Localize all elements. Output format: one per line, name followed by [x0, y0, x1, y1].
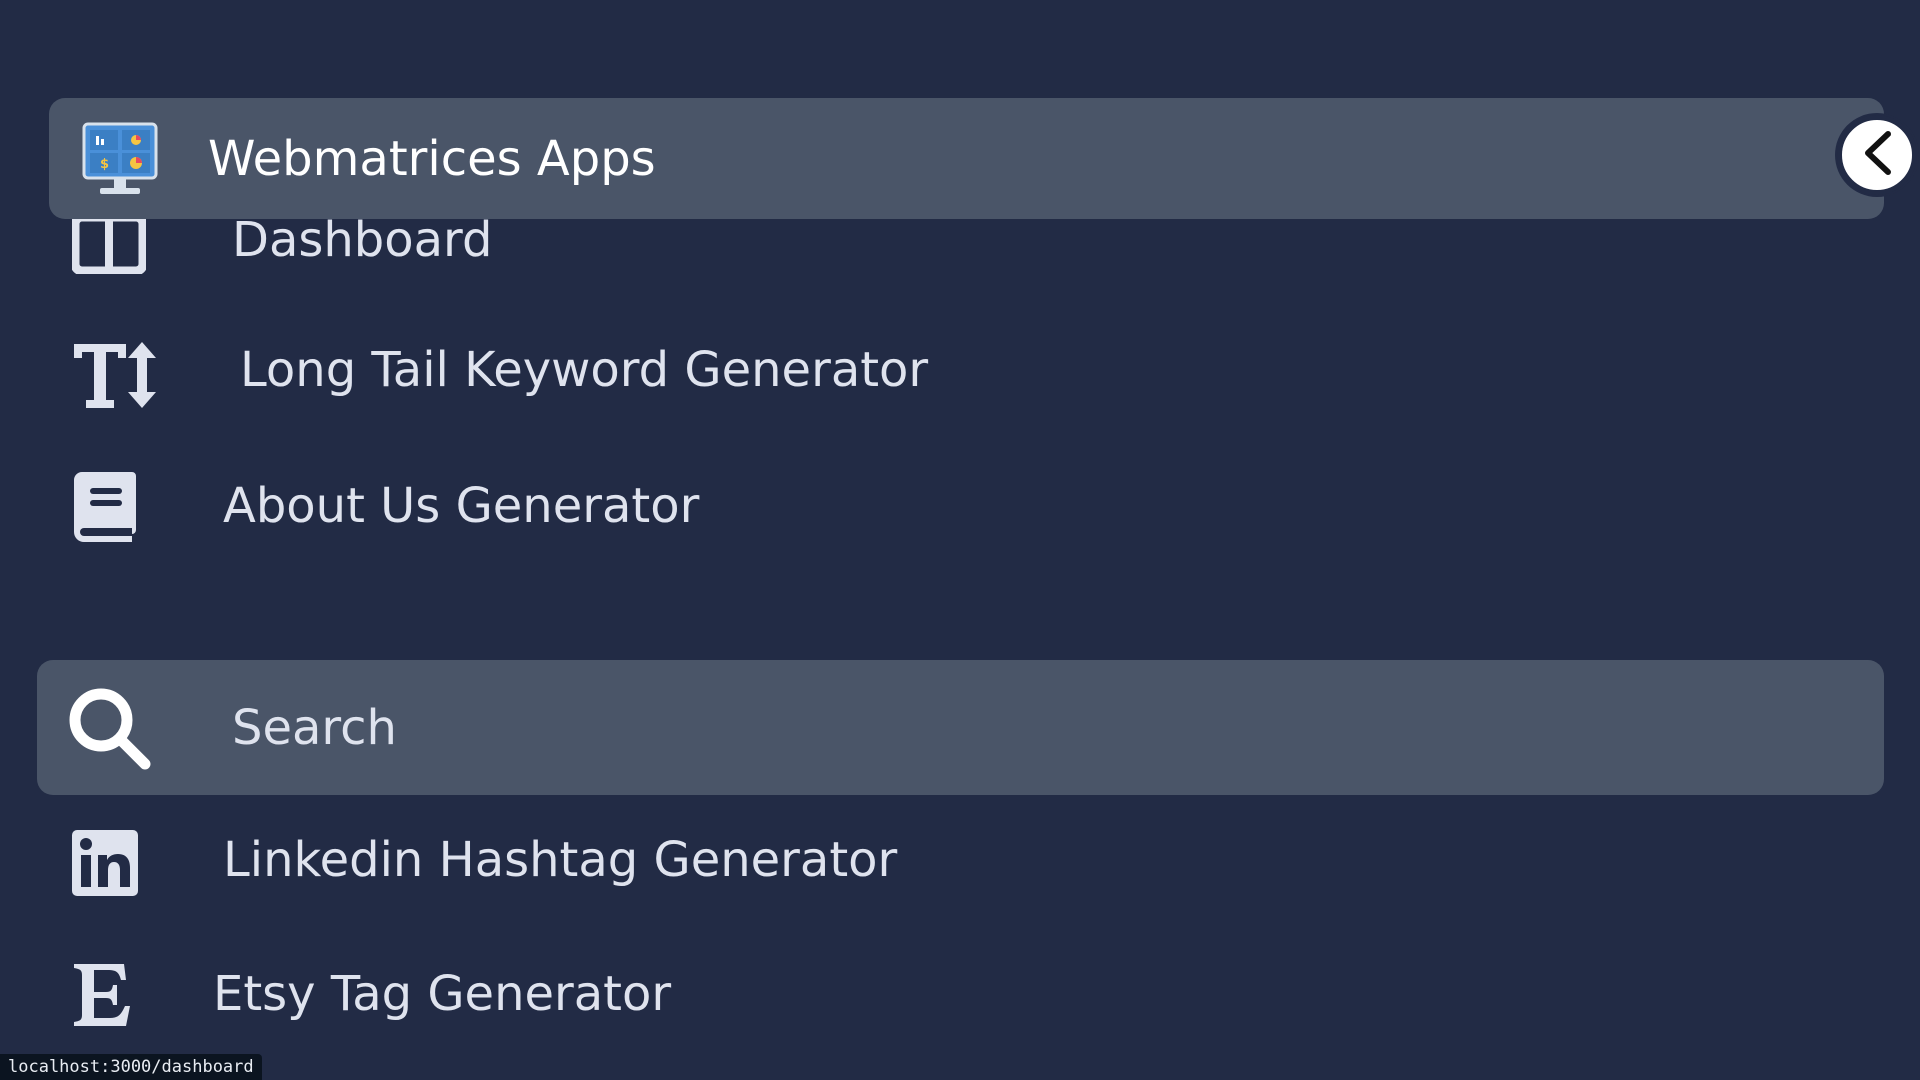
- search-icon: [67, 686, 151, 770]
- book-icon: [72, 472, 138, 546]
- nav-label: Linkedin Hashtag Generator: [223, 832, 898, 888]
- nav-item-linkedin-hashtag-generator[interactable]: Linkedin Hashtag Generator: [0, 822, 1920, 902]
- etsy-icon: [70, 960, 134, 1030]
- nav-item-long-tail-keyword-generator[interactable]: Long Tail Keyword Generator: [0, 330, 1920, 410]
- collapse-sidebar-button[interactable]: [1837, 115, 1917, 195]
- nav-label: About Us Generator: [223, 478, 700, 534]
- search-input[interactable]: [232, 660, 1832, 795]
- chevron-left-icon: [1860, 130, 1894, 180]
- sidebar-screen: Dashboard Long Tail Keyword Generator Ab…: [0, 0, 1920, 1080]
- nav-item-etsy-tag-generator[interactable]: Etsy Tag Generator: [0, 956, 1920, 1036]
- nav-item-about-us-generator[interactable]: About Us Generator: [0, 466, 1920, 546]
- nav-label: Dashboard: [232, 212, 493, 268]
- columns-icon: [72, 214, 146, 274]
- nav-label: Etsy Tag Generator: [213, 966, 672, 1022]
- monitor-dashboard-icon: $: [82, 122, 158, 196]
- text-height-icon: [72, 340, 158, 410]
- app-title: Webmatrices Apps: [208, 130, 656, 187]
- app-header: $ Webmatrices Apps: [49, 98, 1884, 219]
- linkedin-icon: [72, 830, 138, 896]
- status-bar-url: localhost:3000/dashboard: [0, 1054, 262, 1080]
- search-box[interactable]: [37, 660, 1884, 795]
- nav-label: Long Tail Keyword Generator: [240, 342, 929, 398]
- svg-text:$: $: [100, 157, 109, 172]
